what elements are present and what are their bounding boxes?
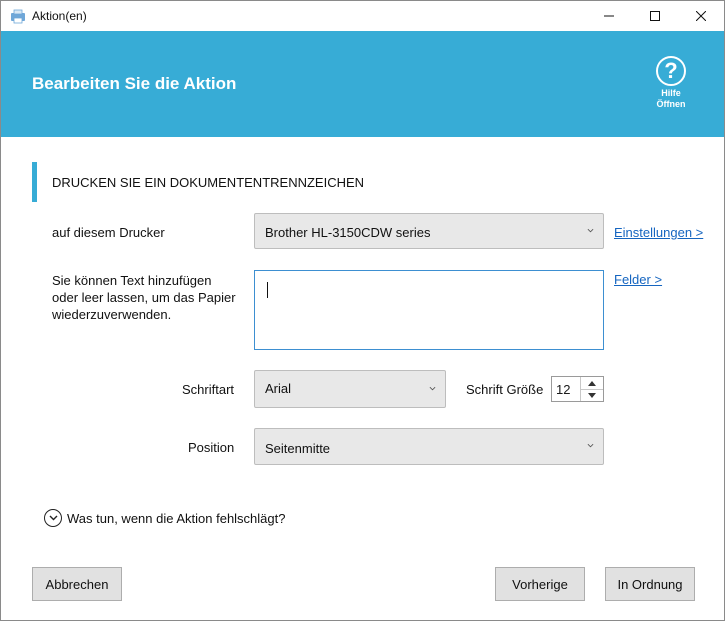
fields-link[interactable]: Felder > [614,272,662,287]
settings-link[interactable]: Einstellungen > [614,225,703,240]
printer-select-value: Brother HL-3150CDW series [265,225,431,240]
font-select-value: Arial [265,381,292,396]
minimize-button[interactable] [586,1,632,31]
title-bar: Aktion(en) [1,1,724,31]
chevron-down-icon [587,228,594,233]
font-size-label: Schrift Größe [466,382,544,397]
window-title: Aktion(en) [32,9,87,23]
help-label-line2: Öffnen [656,99,686,109]
chevron-down-circle-icon [44,509,62,527]
previous-button[interactable]: Vorherige [495,567,585,601]
printer-select[interactable]: Brother HL-3150CDW series [254,213,604,249]
font-size-stepper[interactable]: 12 [551,376,604,402]
ok-button[interactable]: In Ordnung [605,567,695,601]
section-accent-bar [32,162,37,202]
chevron-down-icon [429,386,436,391]
cancel-button[interactable]: Abbrechen [32,567,122,601]
text-label-line3: wiederzuverwenden. [52,307,172,322]
dialog-window: Aktion(en) Bearbeiten Sie die Aktion ? H… [0,0,725,621]
failure-options-expander[interactable]: Was tun, wenn die Aktion fehlschlägt? [44,508,285,528]
font-size-value: 12 [556,382,571,397]
separator-text-input[interactable] [254,270,604,350]
text-label-line1: Sie können Text hinzufügen [52,273,212,288]
maximize-button[interactable] [632,1,678,31]
section-title: DRUCKEN SIE EIN DOKUMENTENTRENNZEICHEN [52,175,365,190]
help-icon: ? [656,56,686,86]
help-button[interactable]: ? Hilfe Öffnen [648,56,694,110]
maximize-icon [650,11,660,21]
position-label: Position [188,440,235,455]
header-title: Bearbeiten Sie die Aktion [32,74,237,93]
decrement-button[interactable] [581,389,603,401]
printer-label: auf diesem Drucker [52,225,165,240]
minimize-icon [604,15,614,17]
close-icon [696,11,706,21]
font-select[interactable]: Arial [254,370,446,408]
text-label: Sie können Text hinzufügen oder leer las… [52,272,236,323]
dialog-header: Bearbeiten Sie die Aktion ? Hilfe Öffnen [1,31,724,137]
help-label-line1: Hilfe [661,88,681,98]
close-button[interactable] [678,1,724,31]
failure-options-label: Was tun, wenn die Aktion fehlschlägt? [67,510,286,526]
font-label: Schriftart [182,382,235,397]
position-select-value: Seitenmitte [265,441,331,456]
app-icon [10,8,26,24]
text-caret [267,282,268,298]
text-label-line2: oder leer lassen, um das Papier [52,290,236,305]
chevron-down-icon [587,443,594,448]
caret-down-icon [588,392,596,398]
caret-up-icon [588,380,596,386]
position-select[interactable]: Seitenmitte [254,428,604,465]
